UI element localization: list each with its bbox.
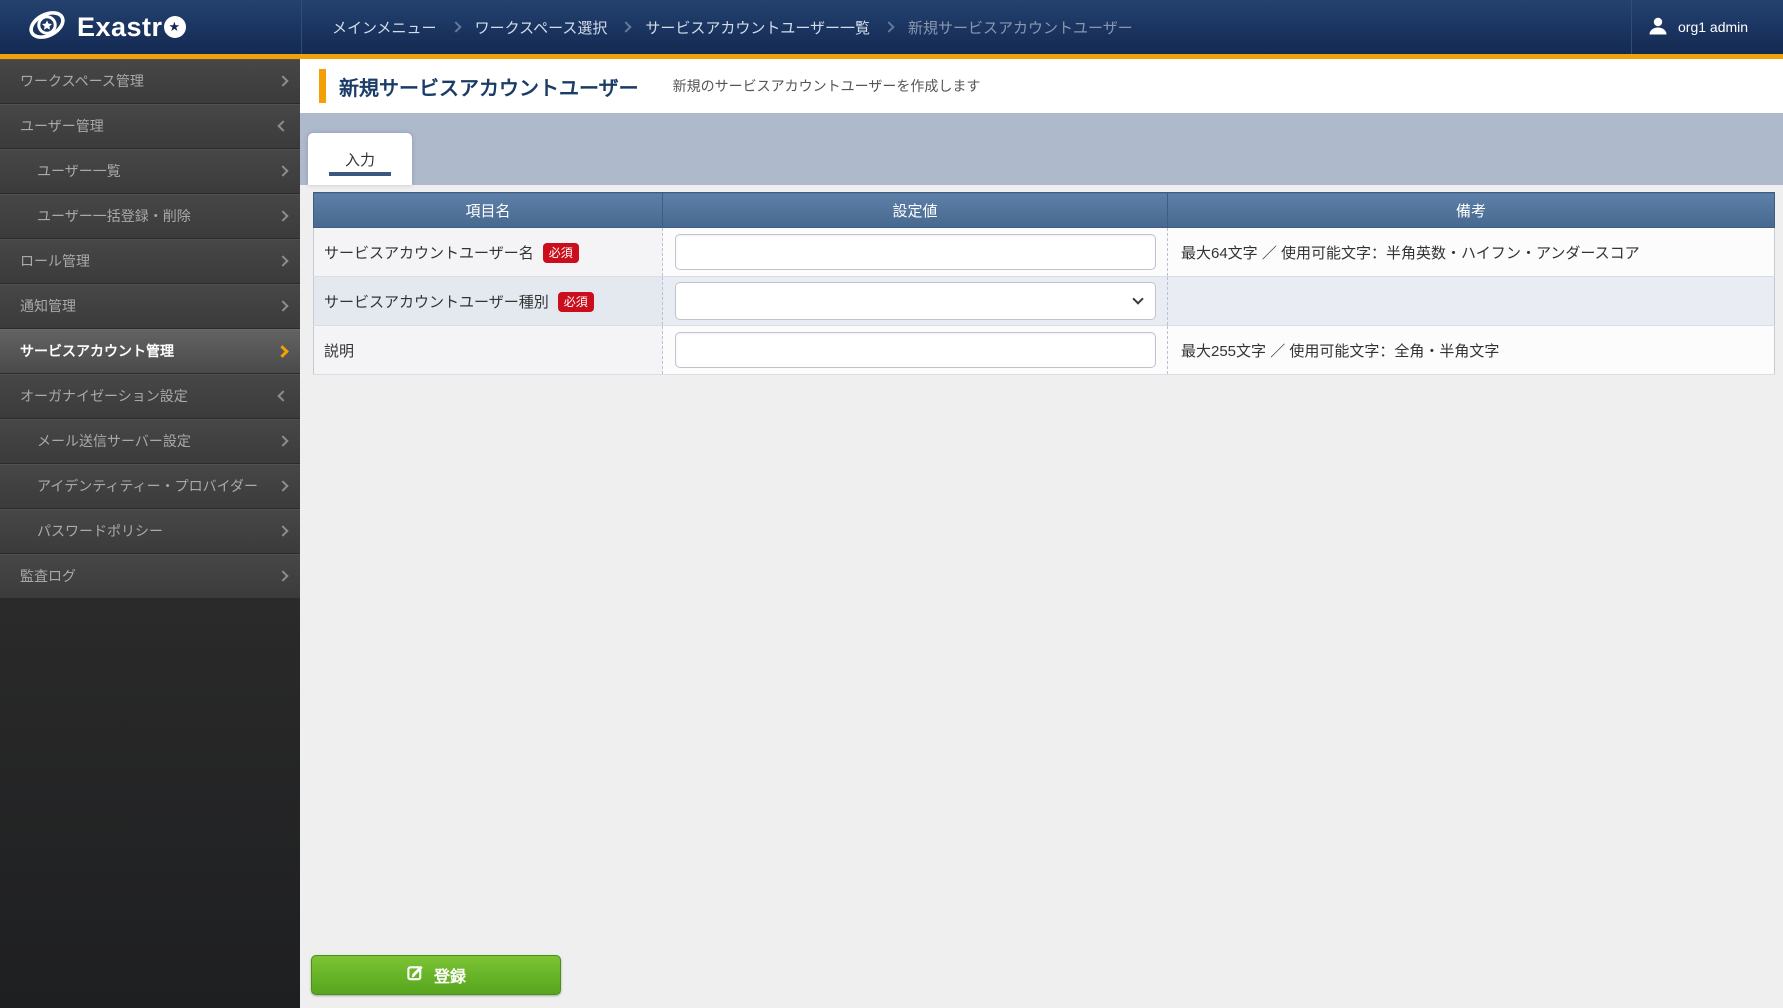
breadcrumb-main-menu[interactable]: メインメニュー — [332, 17, 437, 38]
top-header: Exastr★ メインメニュー ワークスペース選択 サービスアカウントユーザー一… — [0, 0, 1783, 54]
tab-input[interactable]: 入力 — [308, 133, 412, 185]
sidebar-item-workspace-mgmt[interactable]: ワークスペース管理 — [0, 59, 300, 104]
sidebar-item-user-list[interactable]: ユーザー一覧 — [0, 149, 300, 194]
chevron-right-icon — [277, 570, 288, 581]
required-badge: 必須 — [543, 243, 579, 263]
chevron-right-icon — [277, 480, 288, 491]
form-content: 項目名 設定値 備考 サービスアカウントユーザー名必須 — [300, 185, 1783, 1008]
sidebar-item-organization-settings[interactable]: オーガナイゼーション設定 — [0, 374, 300, 419]
sidebar-item-service-account-mgmt[interactable]: サービスアカウント管理 — [0, 329, 300, 374]
user-icon — [1647, 15, 1669, 40]
description-input[interactable] — [675, 332, 1156, 368]
app-window: Exastr★ メインメニュー ワークスペース選択 サービスアカウントユーザー一… — [0, 0, 1783, 1008]
chevron-right-icon — [277, 435, 288, 446]
exastro-swirl-icon — [26, 7, 68, 48]
chevron-right-icon — [277, 75, 288, 86]
edit-pencil-icon — [406, 963, 425, 987]
register-button[interactable]: 登録 — [311, 955, 561, 995]
logo-star-icon: ★ — [164, 16, 186, 38]
chevron-right-icon — [277, 300, 288, 311]
table-row: サービスアカウントユーザー名必須 最大64文字 ／ 使用可能文字：半角英数・ハイ… — [314, 228, 1775, 277]
chevron-right-icon — [621, 21, 632, 32]
account-type-select[interactable] — [675, 282, 1156, 320]
table-row: 説明 最大255文字 ／ 使用可能文字：全角・半角文字 — [314, 326, 1775, 375]
chevron-right-icon — [277, 255, 288, 266]
brand-logo[interactable]: Exastr★ — [0, 0, 302, 54]
title-accent-bar — [319, 69, 326, 103]
sidebar-filler — [0, 599, 300, 1008]
brand-name: Exastr★ — [77, 12, 186, 43]
field-label-account-name: サービスアカウントユーザー名 — [324, 245, 534, 262]
sidebar-item-password-policy[interactable]: パスワードポリシー — [0, 509, 300, 554]
field-label-account-type: サービスアカウントユーザー種別 — [324, 294, 549, 311]
column-header-value: 設定値 — [663, 193, 1168, 228]
table-row: サービスアカウントユーザー種別必須 — [314, 277, 1775, 326]
chevron-up-icon — [277, 120, 288, 131]
tab-bar: 入力 — [300, 113, 1783, 185]
page-title-bar: 新規サービスアカウントユーザー 新規のサービスアカウントユーザーを作成します — [300, 59, 1783, 113]
sidebar-nav: ワークスペース管理 ユーザー管理 ユーザー一覧 ユーザー一括登録・削除 ロール管… — [0, 59, 300, 1008]
column-header-remark: 備考 — [1168, 193, 1775, 228]
sidebar-item-user-mgmt[interactable]: ユーザー管理 — [0, 104, 300, 149]
sidebar-item-user-bulk[interactable]: ユーザー一括登録・削除 — [0, 194, 300, 239]
chevron-right-icon — [277, 525, 288, 536]
remark-account-name: 最大64文字 ／ 使用可能文字：半角英数・ハイフン・アンダースコア — [1168, 228, 1775, 277]
sidebar-item-role-mgmt[interactable]: ロール管理 — [0, 239, 300, 284]
page-subtitle: 新規のサービスアカウントユーザーを作成します — [673, 76, 981, 96]
sidebar-item-mail-server[interactable]: メール送信サーバー設定 — [0, 419, 300, 464]
remark-description: 最大255文字 ／ 使用可能文字：全角・半角文字 — [1168, 326, 1775, 375]
page-title: 新規サービスアカウントユーザー — [339, 72, 639, 101]
user-name: org1 admin — [1678, 19, 1748, 35]
form-table: 項目名 設定値 備考 サービスアカウントユーザー名必須 — [313, 192, 1775, 375]
chevron-right-icon — [276, 345, 289, 358]
account-name-input[interactable] — [675, 234, 1156, 270]
breadcrumb-current-page: 新規サービスアカウントユーザー — [908, 17, 1133, 38]
active-tab-indicator — [329, 172, 391, 176]
field-label-description: 説明 — [324, 343, 354, 360]
chevron-right-icon — [883, 21, 894, 32]
column-header-item: 項目名 — [314, 193, 663, 228]
user-menu[interactable]: org1 admin — [1631, 0, 1783, 54]
sidebar-item-audit-log[interactable]: 監査ログ — [0, 554, 300, 599]
table-header-row: 項目名 設定値 備考 — [314, 193, 1775, 228]
sidebar-item-notification-mgmt[interactable]: 通知管理 — [0, 284, 300, 329]
chevron-up-icon — [277, 390, 288, 401]
breadcrumb-service-account-list[interactable]: サービスアカウントユーザー一覧 — [645, 17, 870, 38]
breadcrumb-workspace-select[interactable]: ワークスペース選択 — [475, 17, 608, 38]
chevron-right-icon — [277, 210, 288, 221]
sidebar-item-identity-provider[interactable]: アイデンティティー・プロバイダー — [0, 464, 300, 509]
chevron-right-icon — [450, 21, 461, 32]
remark-account-type — [1168, 277, 1775, 326]
chevron-right-icon — [277, 165, 288, 176]
required-badge: 必須 — [558, 292, 594, 312]
breadcrumb: メインメニュー ワークスペース選択 サービスアカウントユーザー一覧 新規サービス… — [302, 0, 1631, 54]
